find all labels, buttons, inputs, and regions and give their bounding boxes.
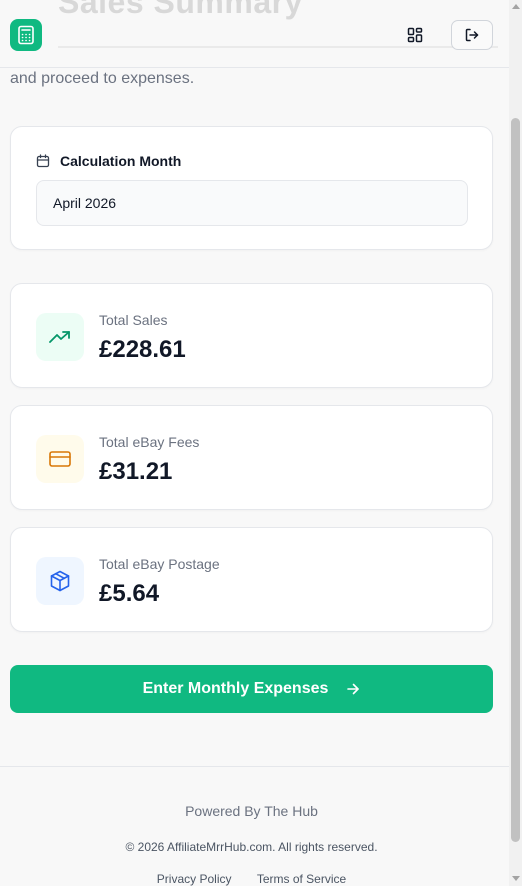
vertical-scrollbar[interactable] — [509, 0, 522, 886]
page-content: Sales Summary and proceed to expenses. C… — [0, 0, 509, 886]
calendar-icon — [36, 154, 50, 168]
intro-text: and proceed to expenses. — [10, 70, 195, 87]
total-ebay-postage-card: Total eBay Postage £5.64 — [10, 527, 493, 632]
terms-of-service-link[interactable]: Terms of Service — [257, 872, 346, 886]
dashboard-grid-button[interactable] — [400, 20, 430, 50]
cta-label: Enter Monthly Expenses — [142, 680, 329, 697]
grid-icon — [407, 27, 423, 43]
stat-value: £31.21 — [99, 458, 173, 485]
total-ebay-fees-card: Total eBay Fees £31.21 — [10, 405, 493, 510]
stat-label: Total Sales — [99, 312, 168, 328]
app-header: Sales Summary — [0, 0, 509, 68]
stat-label: Total eBay Fees — [99, 434, 200, 450]
month-select[interactable]: April 2026 — [36, 180, 468, 226]
footer-divider — [0, 766, 509, 767]
stat-icon-box — [36, 435, 84, 483]
scroll-up-arrow-icon[interactable] — [512, 4, 520, 9]
trending-up-icon — [49, 331, 70, 343]
logout-button[interactable] — [451, 20, 493, 50]
package-icon — [50, 570, 70, 592]
footer-links: Privacy Policy Terms of Service — [0, 872, 503, 886]
stat-icon-box — [36, 557, 84, 605]
background-page-title: Sales Summary — [58, 0, 303, 20]
credit-card-icon — [49, 451, 71, 467]
copyright-text: © 2026 AffiliateMrrHub.com. All rights r… — [125, 840, 378, 854]
stat-value: £228.61 — [99, 336, 186, 363]
month-label: Calculation Month — [60, 153, 182, 169]
stat-label: Total eBay Postage — [99, 556, 220, 572]
stat-value: £5.64 — [99, 580, 160, 607]
scroll-down-arrow-icon[interactable] — [512, 876, 520, 881]
arrow-right-icon — [346, 682, 360, 696]
month-label-row: Calculation Month — [36, 153, 181, 169]
powered-by-text: Powered By The Hub — [185, 803, 318, 819]
app-logo[interactable] — [10, 19, 42, 51]
privacy-policy-link[interactable]: Privacy Policy — [157, 872, 232, 886]
total-sales-card: Total Sales £228.61 — [10, 283, 493, 388]
stat-icon-box — [36, 313, 84, 361]
scrollbar-thumb[interactable] — [511, 118, 520, 842]
calculation-month-card: Calculation Month April 2026 — [10, 126, 493, 250]
logout-icon — [465, 28, 479, 42]
background-subtitle — [58, 46, 498, 52]
enter-monthly-expenses-button[interactable]: Enter Monthly Expenses — [10, 665, 493, 713]
calculator-icon — [18, 25, 34, 45]
